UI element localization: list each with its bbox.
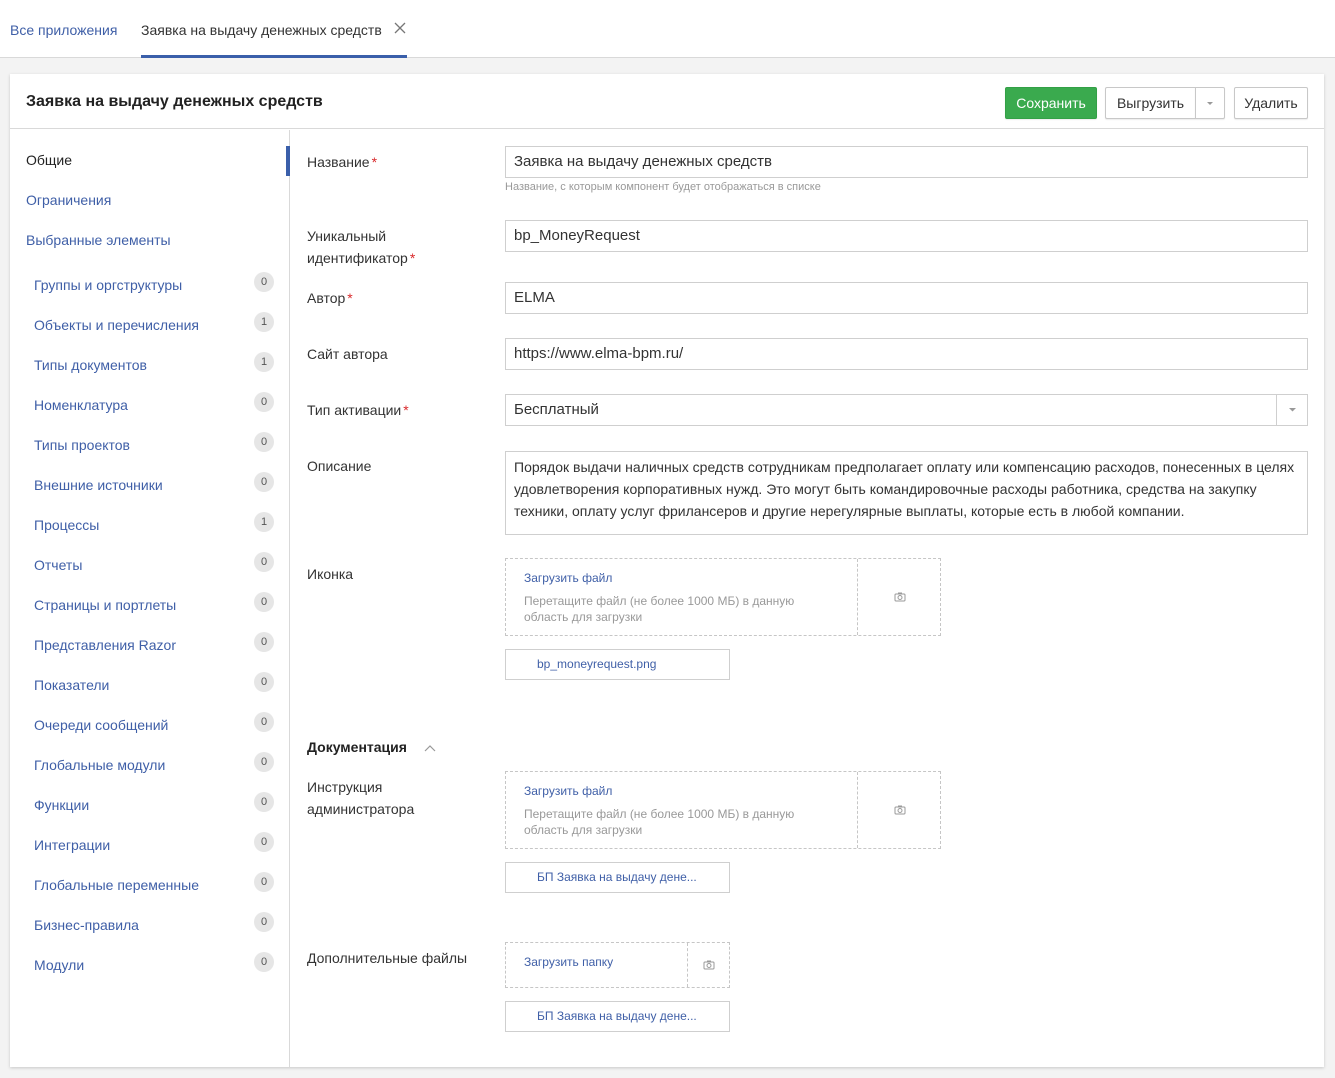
count-badge: 0 xyxy=(254,672,274,692)
sidebar-item[interactable]: Глобальные переменные xyxy=(34,877,199,893)
count-badge: 1 xyxy=(254,312,274,332)
count-badge: 0 xyxy=(254,952,274,972)
upload-file-link[interactable]: Загрузить файл xyxy=(524,571,612,585)
tab-current-label: Заявка на выдачу денежных средств xyxy=(141,22,382,38)
sidebar: Общие Ограничения Выбранные элементы Гру… xyxy=(10,130,290,1067)
sidebar-item[interactable]: Функции xyxy=(34,797,89,813)
upload-file-link[interactable]: Загрузить файл xyxy=(524,784,612,798)
extra-upload-area[interactable]: Загрузить папку xyxy=(505,942,730,988)
sidebar-item[interactable]: Номенклатура xyxy=(34,397,128,413)
sidebar-item[interactable]: Показатели xyxy=(34,677,109,693)
close-icon[interactable] xyxy=(393,21,407,35)
sidebar-item[interactable]: Бизнес-правила xyxy=(34,917,139,933)
description-label: Описание xyxy=(307,458,372,474)
sidebar-item-selected-elements[interactable]: Выбранные элементы xyxy=(26,232,171,248)
count-badge: 0 xyxy=(254,832,274,852)
name-hint: Название, с которым компонент будет отоб… xyxy=(505,181,821,193)
extra-files-label: Дополнительные файлы xyxy=(307,950,468,966)
activation-label: Тип активации * xyxy=(307,402,409,418)
sidebar-item[interactable]: Отчеты xyxy=(34,557,82,573)
page-title: Заявка на выдачу денежных средств xyxy=(26,93,323,110)
activation-value: Бесплатный xyxy=(514,401,599,418)
application-card: Заявка на выдачу денежных средств Сохран… xyxy=(10,74,1324,1067)
card-header: Заявка на выдачу денежных средств Сохран… xyxy=(10,74,1324,129)
count-badge: 0 xyxy=(254,872,274,892)
sidebar-item[interactable]: Представления Razor xyxy=(34,637,176,653)
count-badge: 0 xyxy=(254,552,274,572)
site-input[interactable]: https://www.elma-bpm.ru/ xyxy=(505,338,1308,370)
sidebar-item[interactable]: Процессы xyxy=(34,517,99,533)
sidebar-item[interactable]: Модули xyxy=(34,957,84,973)
admin-file-button[interactable]: БП Заявка на выдачу дене... xyxy=(505,862,730,893)
count-badge: 1 xyxy=(254,352,274,372)
chevron-down-icon xyxy=(1289,408,1296,412)
export-dropdown-button[interactable] xyxy=(1195,87,1225,119)
admin-instruction-label: Инструкция администратора xyxy=(307,779,415,817)
name-input[interactable]: Заявка на выдачу денежных средств xyxy=(505,146,1308,178)
upload-folder-link[interactable]: Загрузить папку xyxy=(524,955,613,969)
icon-label: Иконка xyxy=(307,566,354,582)
save-button[interactable]: Сохранить xyxy=(1005,87,1097,119)
sidebar-item[interactable]: Глобальные модули xyxy=(34,757,165,773)
sidebar-item[interactable]: Страницы и портлеты xyxy=(34,597,176,613)
description-textarea[interactable]: Порядок выдачи наличных средств сотрудни… xyxy=(505,451,1308,535)
camera-button[interactable] xyxy=(857,772,941,848)
count-badge: 0 xyxy=(254,712,274,732)
count-badge: 0 xyxy=(254,392,274,412)
count-badge: 0 xyxy=(254,592,274,612)
uid-input[interactable]: bp_MoneyRequest xyxy=(505,220,1308,252)
sidebar-item[interactable]: Очереди сообщений xyxy=(34,717,168,733)
icon-upload-area[interactable]: Загрузить файл Перетащите файл (не более… xyxy=(505,558,941,636)
tab-active-indicator xyxy=(141,55,407,58)
name-label: Название * xyxy=(307,154,378,170)
camera-icon xyxy=(703,960,715,970)
count-badge: 0 xyxy=(254,752,274,772)
activation-dropdown-button[interactable] xyxy=(1276,395,1307,425)
sidebar-active-indicator xyxy=(286,146,290,176)
upload-hint: Перетащите файл (не более 1000 МБ) в дан… xyxy=(524,807,795,837)
delete-button[interactable]: Удалить xyxy=(1234,87,1308,119)
author-input[interactable]: ELMA xyxy=(505,282,1308,314)
tab-current-application[interactable]: Заявка на выдачу денежных средств xyxy=(141,0,407,58)
author-label: Автор * xyxy=(307,290,353,306)
count-badge: 1 xyxy=(254,512,274,532)
count-badge: 0 xyxy=(254,632,274,652)
export-button[interactable]: Выгрузить xyxy=(1105,87,1195,119)
count-badge: 0 xyxy=(254,792,274,812)
sidebar-item[interactable]: Объекты и перечисления xyxy=(34,317,199,333)
count-badge: 0 xyxy=(254,432,274,452)
icon-file-button[interactable]: bp_moneyrequest.png xyxy=(505,649,730,680)
count-badge: 0 xyxy=(254,472,274,492)
count-badge: 0 xyxy=(254,272,274,292)
count-badge: 0 xyxy=(254,912,274,932)
sidebar-item[interactable]: Типы проектов xyxy=(34,437,130,453)
uid-label: Уникальный идентификатор * xyxy=(307,228,416,266)
sidebar-item-general[interactable]: Общие xyxy=(26,152,72,168)
camera-button[interactable] xyxy=(687,943,730,987)
sidebar-item[interactable]: Интеграции xyxy=(34,837,110,853)
tab-bar: Все приложения Заявка на выдачу денежных… xyxy=(0,0,1335,58)
sidebar-item[interactable]: Внешние источники xyxy=(34,477,163,493)
sidebar-item[interactable]: Группы и оргструктуры xyxy=(34,277,182,293)
upload-hint: Перетащите файл (не более 1000 МБ) в дан… xyxy=(524,594,795,624)
chevron-up-icon[interactable] xyxy=(424,744,436,752)
sidebar-item[interactable]: Типы документов xyxy=(34,357,147,373)
chevron-down-icon xyxy=(1207,102,1213,105)
extra-file-button[interactable]: БП Заявка на выдачу дене... xyxy=(505,1001,730,1032)
activation-select[interactable]: Бесплатный xyxy=(505,394,1308,426)
tab-all-applications[interactable]: Все приложения xyxy=(10,0,117,58)
camera-icon xyxy=(894,805,905,815)
camera-button[interactable] xyxy=(857,559,941,635)
site-label: Сайт автора xyxy=(307,346,388,362)
admin-upload-area[interactable]: Загрузить файл Перетащите файл (не более… xyxy=(505,771,941,849)
camera-icon xyxy=(894,592,905,602)
sidebar-item-restrictions[interactable]: Ограничения xyxy=(26,192,111,208)
documentation-section-title: Документация xyxy=(307,739,407,755)
